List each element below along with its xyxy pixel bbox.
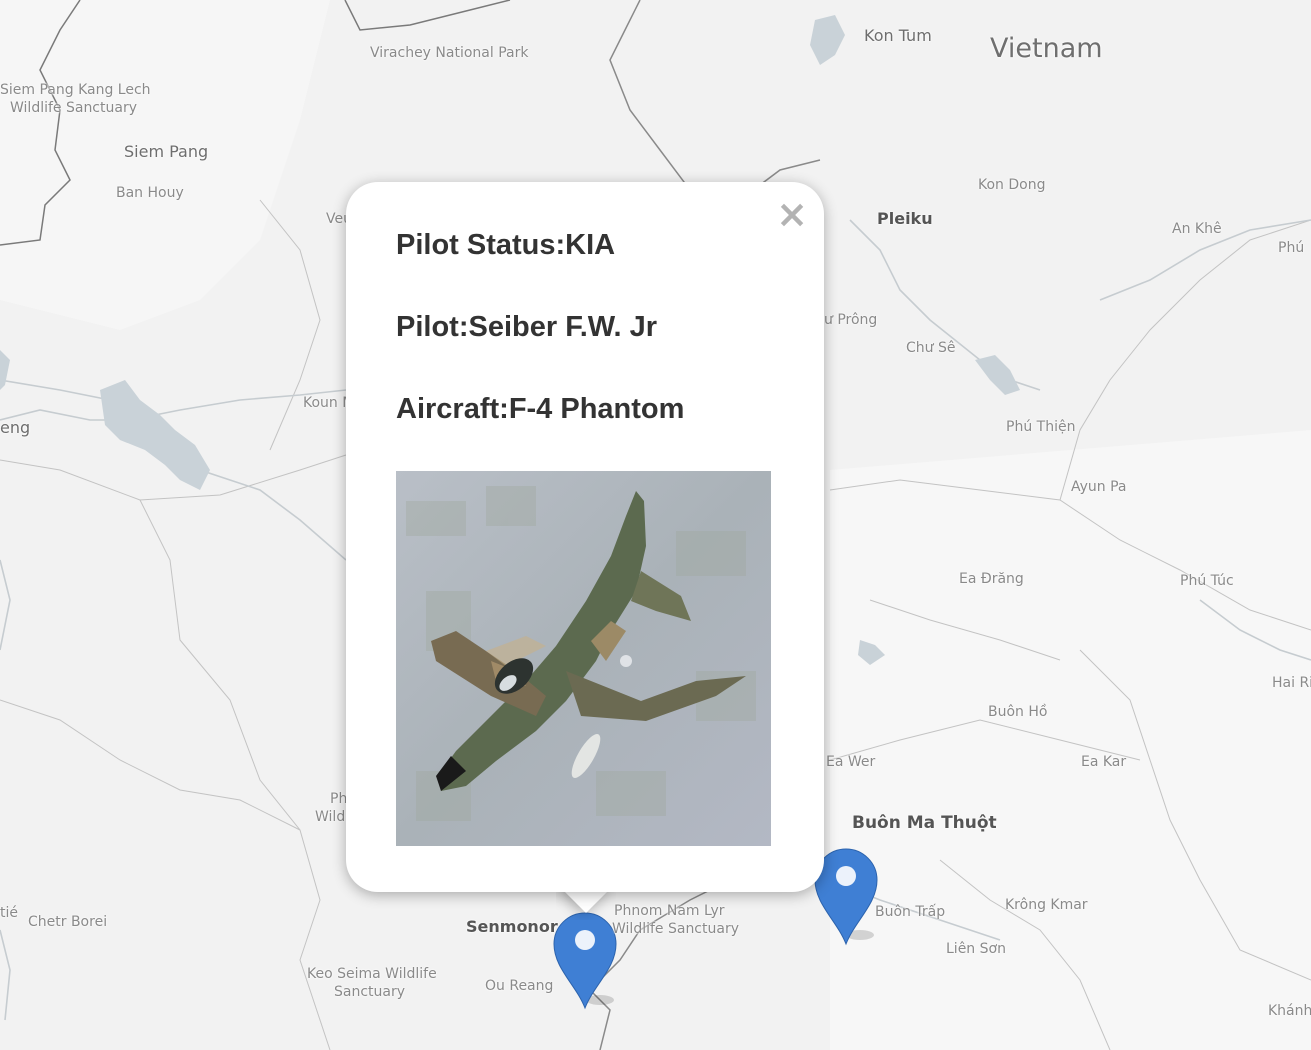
- map-label-keo-seima-1: Keo Seima Wildlife: [307, 966, 437, 982]
- map-label-phnom-nam-lyr-2: Wildlife Sanctuary: [612, 921, 739, 937]
- aircraft-label: Aircraft:: [396, 393, 509, 425]
- map-label-chu-prong: ư Prông: [824, 312, 878, 328]
- map-label-ban-houy: Ban Houy: [116, 185, 184, 201]
- map-label-ea-wer: Ea Wer: [826, 754, 876, 770]
- map-label-eng: eng: [0, 418, 31, 437]
- map-label-phu-thien: Phú Thiện: [1006, 419, 1076, 435]
- map-label-lien-son: Liên Sơn: [946, 941, 1006, 957]
- map-label-krong-kmar: Krông Kmar: [1005, 897, 1088, 913]
- map-label-siem-pang-wls-2: Wildlife Sanctuary: [10, 100, 137, 116]
- aircraft-photo: [396, 471, 771, 846]
- pilot-status-value: KIA: [565, 229, 616, 261]
- info-popup: × Pilot Status:KIA Pilot:Seiber F.W. Jr …: [346, 182, 824, 892]
- pilot-status-label: Pilot Status:: [396, 229, 566, 261]
- map-label-tie: tié: [0, 905, 18, 921]
- map-label-phu: Phú: [1278, 240, 1305, 256]
- aircraft-value: F-4 Phantom: [508, 393, 685, 425]
- map-label-ea-kar: Ea Kar: [1081, 754, 1127, 770]
- map-label-buon-ho: Buôn Hồ: [988, 704, 1048, 720]
- map-label-vietnam: Vietnam: [990, 33, 1103, 64]
- map-label-siem-pang-wls-1: Siem Pang Kang Lech: [0, 82, 151, 98]
- map-label-senmonorom: Senmonor: [466, 917, 558, 936]
- map-label-ph-wild-1: Ph: [330, 791, 348, 807]
- map-label-keo-seima-2: Sanctuary: [334, 984, 406, 1000]
- map-label-ea-drang: Ea Đrăng: [959, 571, 1024, 587]
- aircraft-row: Aircraft:F-4 Phantom: [396, 393, 684, 426]
- map-label-ou-reang: Ou Reang: [485, 978, 554, 994]
- pilot-row: Pilot:Seiber F.W. Jr: [396, 311, 657, 344]
- map-label-kon-dong: Kon Dong: [978, 177, 1046, 193]
- pilot-status-row: Pilot Status:KIA: [396, 229, 615, 262]
- map-label-phu-tuc: Phú Túc: [1180, 573, 1234, 589]
- pilot-label: Pilot:: [396, 311, 469, 343]
- map-label-buon-ma-thuot: Buôn Ma Thuột: [852, 813, 997, 833]
- map-label-an-khe: An Khê: [1172, 221, 1222, 237]
- map-label-chu-se: Chư Sê: [906, 340, 956, 356]
- popup-tip: [556, 890, 616, 920]
- close-icon[interactable]: ×: [776, 195, 808, 233]
- map-label-hai-ri: Hai Ri: [1272, 675, 1311, 691]
- map-label-khanh: Khánh: [1268, 1003, 1311, 1019]
- map-label-ayun-pa: Ayun Pa: [1071, 479, 1127, 495]
- map-label-pleiku: Pleiku: [877, 209, 933, 228]
- map-label-buon-trap: Buôn Trấp: [875, 904, 946, 920]
- map-label-kon-tum: Kon Tum: [864, 26, 932, 45]
- map-label-siem-pang: Siem Pang: [124, 142, 209, 161]
- map-label-phnom-nam-lyr-1: Phnom Nam Lyr: [614, 903, 725, 919]
- map-label-virachey: Virachey National Park: [370, 45, 529, 61]
- map-label-chetr-borei: Chetr Borei: [28, 914, 108, 930]
- map-label-ph-wild-2: Wild: [315, 809, 346, 825]
- pilot-name-value: Seiber F.W. Jr: [468, 311, 658, 343]
